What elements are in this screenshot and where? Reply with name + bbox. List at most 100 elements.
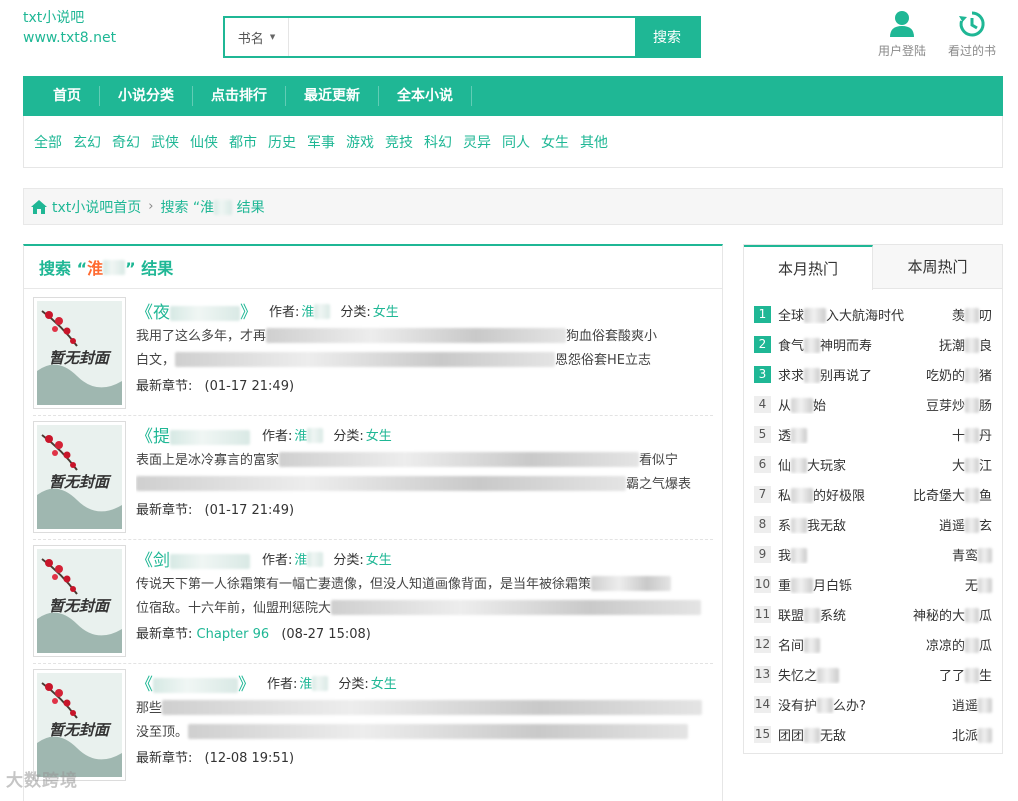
hot-book-item[interactable]: 3 求求 别再说了 吃奶的猪 xyxy=(754,359,992,389)
hot-book-author[interactable]: 青鸾 xyxy=(952,545,992,564)
author-link[interactable]: 淮 xyxy=(299,673,329,692)
book-cover[interactable]: 暂无封面 xyxy=(33,669,126,781)
hot-book-item[interactable]: 6 仙大玩家大江 xyxy=(754,449,992,479)
category-link[interactable]: 军事 xyxy=(307,132,335,152)
book-title-link[interactable]: 《》 xyxy=(136,670,255,695)
nav-ranking[interactable]: 点击排行 xyxy=(193,86,286,106)
hot-book-author[interactable]: 十丹 xyxy=(952,425,992,444)
site-logo[interactable]: txt小说吧 www.txt8.net xyxy=(23,8,116,48)
author-link[interactable]: 淮 xyxy=(294,425,324,444)
category-link[interactable]: 历史 xyxy=(268,132,296,152)
book-title-link[interactable]: 《剑 xyxy=(136,546,250,571)
hot-book-author[interactable]: 豆芽炒肠 xyxy=(926,395,992,414)
tab-monthly-hot[interactable]: 本月热门 xyxy=(744,245,873,290)
book-item: 暂无封面 《》 作者: 淮 分类: 女生 那些 没至顶。 最新章节: (12-0… xyxy=(33,669,713,789)
category-label: 分类: xyxy=(333,428,364,444)
login-link[interactable]: 用户登陆 xyxy=(878,10,926,59)
tab-weekly-hot[interactable]: 本周热门 xyxy=(873,245,1002,288)
hot-book-item[interactable]: 15 团团 无敌 北派 xyxy=(754,719,992,749)
results-heading: 搜索 “淮” 结果 xyxy=(24,246,722,289)
hot-book-author[interactable]: 无 xyxy=(965,575,992,594)
hot-book-author[interactable]: 大江 xyxy=(952,455,992,474)
category-link[interactable]: 游戏 xyxy=(346,132,374,152)
category-link[interactable]: 竞技 xyxy=(385,132,413,152)
category-link[interactable]: 全部 xyxy=(34,132,62,152)
hot-book-author[interactable]: 抚潮良 xyxy=(939,335,992,354)
author-link[interactable]: 淮 xyxy=(294,549,324,568)
hot-book-item[interactable]: 8 系我无敌 逍遥玄 xyxy=(754,509,992,539)
search-type-select[interactable]: 书名 ▼ xyxy=(225,18,289,56)
book-title-link[interactable]: 《夜》 xyxy=(136,298,257,323)
update-time: (01-17 21:49) xyxy=(204,503,295,518)
latest-chapter: 最新章节: (01-17 21:49) xyxy=(136,379,295,394)
book-description: 表面上是冰冷寡言的富家 看似宁 霸之气爆表 xyxy=(136,452,692,492)
category-link[interactable]: 女生 xyxy=(373,301,399,320)
category-label: 分类: xyxy=(340,304,371,320)
book-title-link[interactable]: 《提 xyxy=(136,422,250,447)
hot-book-author[interactable]: 羡叨 xyxy=(952,305,992,324)
search-input[interactable] xyxy=(289,18,635,56)
hot-book-item[interactable]: 13 失忆之 了了生 xyxy=(754,659,992,689)
category-link[interactable]: 都市 xyxy=(229,132,257,152)
category-link[interactable]: 科幻 xyxy=(424,132,452,152)
hot-book-item[interactable]: 1 全球 入大航海时代羡叨 xyxy=(754,299,992,329)
book-item: 暂无封面 《提 作者: 淮 分类: 女生 表面上是冰冷寡言的富家 看似宁 霸之气爆… xyxy=(33,421,713,541)
hot-book-item[interactable]: 2 食气 神明而寿 抚潮良 xyxy=(754,329,992,359)
author-link[interactable]: 淮 xyxy=(301,301,331,320)
chevron-down-icon: ▼ xyxy=(269,33,276,41)
category-link[interactable]: 同人 xyxy=(502,132,530,152)
main-nav: 首页 小说分类 点击排行 最近更新 全本小说 xyxy=(23,76,1003,116)
nav-home[interactable]: 首页 xyxy=(35,86,100,106)
author-label: 作者: xyxy=(267,676,298,692)
category-link[interactable]: 女生 xyxy=(366,549,392,568)
book-meta: 《提 作者: 淮 分类: 女生 xyxy=(136,421,713,447)
hot-book-author[interactable]: 吃奶的猪 xyxy=(926,365,992,384)
category-link[interactable]: 其他 xyxy=(580,132,608,152)
category-link[interactable]: 女生 xyxy=(366,425,392,444)
history-link[interactable]: 看过的书 xyxy=(948,10,996,59)
category-link[interactable]: 女生 xyxy=(541,132,569,152)
hot-book-item[interactable]: 5透十丹 xyxy=(754,419,992,449)
hot-book-item[interactable]: 12 名间 凉凉的瓜 xyxy=(754,629,992,659)
svg-text:暂无封面: 暂无封面 xyxy=(49,721,112,739)
home-icon xyxy=(31,199,47,214)
hot-book-item[interactable]: 11 联盟 系统 神秘的大瓜 xyxy=(754,599,992,629)
category-link[interactable]: 武侠 xyxy=(151,132,179,152)
breadcrumb-home-link[interactable]: txt小说吧首页 xyxy=(52,197,141,217)
hot-book-author[interactable]: 逍遥 xyxy=(952,695,992,714)
nav-recent[interactable]: 最近更新 xyxy=(286,86,379,106)
search-type-label: 书名 xyxy=(237,31,264,47)
category-link[interactable]: 灵异 xyxy=(463,132,491,152)
book-cover[interactable]: 暂无封面 xyxy=(33,545,126,657)
no-cover-image: 暂无封面 xyxy=(37,301,122,405)
hot-book-item[interactable]: 4 从始豆芽炒肠 xyxy=(754,389,992,419)
book-cover[interactable]: 暂无封面 xyxy=(33,421,126,533)
hot-book-author[interactable]: 比奇堡大鱼 xyxy=(913,485,992,504)
rank-badge: 15 xyxy=(754,725,771,743)
rank-badge: 2 xyxy=(754,335,771,353)
book-item: 暂无封面 《剑 作者: 淮 分类: 女生 传说天下第一人徐霜策有一幅亡妻遗像，但… xyxy=(33,545,713,665)
nav-categories[interactable]: 小说分类 xyxy=(100,86,193,106)
book-cover[interactable]: 暂无封面 xyxy=(33,297,126,409)
category-link[interactable]: 仙侠 xyxy=(190,132,218,152)
hot-book-author[interactable]: 了了生 xyxy=(939,665,992,684)
hot-book-item[interactable]: 7 私的好极限 比奇堡大鱼 xyxy=(754,479,992,509)
divider xyxy=(33,415,713,416)
hot-book-title[interactable]: 重月白铄 xyxy=(778,575,992,594)
hot-book-item[interactable]: 14 没有护 么办? 逍遥 xyxy=(754,689,992,719)
search-button[interactable]: 搜索 xyxy=(635,18,699,56)
latest-chapter-link[interactable]: Chapter 96 xyxy=(197,627,270,642)
book-meta: 《夜》 作者: 淮 分类: 女生 xyxy=(136,297,713,323)
nav-completed[interactable]: 全本小说 xyxy=(379,86,472,106)
hot-book-author[interactable]: 北派 xyxy=(952,725,992,744)
category-link[interactable]: 奇幻 xyxy=(112,132,140,152)
hot-book-item[interactable]: 10 重月白铄无 xyxy=(754,569,992,599)
hot-book-item[interactable]: 9 我青鸾 xyxy=(754,539,992,569)
hot-book-author[interactable]: 神秘的大瓜 xyxy=(913,605,992,624)
rank-badge: 13 xyxy=(754,665,771,683)
hot-book-author[interactable]: 逍遥玄 xyxy=(939,515,992,534)
category-label: 分类: xyxy=(338,676,369,692)
category-link[interactable]: 女生 xyxy=(371,673,397,692)
category-link[interactable]: 玄幻 xyxy=(73,132,101,152)
hot-book-author[interactable]: 凉凉的瓜 xyxy=(926,635,992,654)
